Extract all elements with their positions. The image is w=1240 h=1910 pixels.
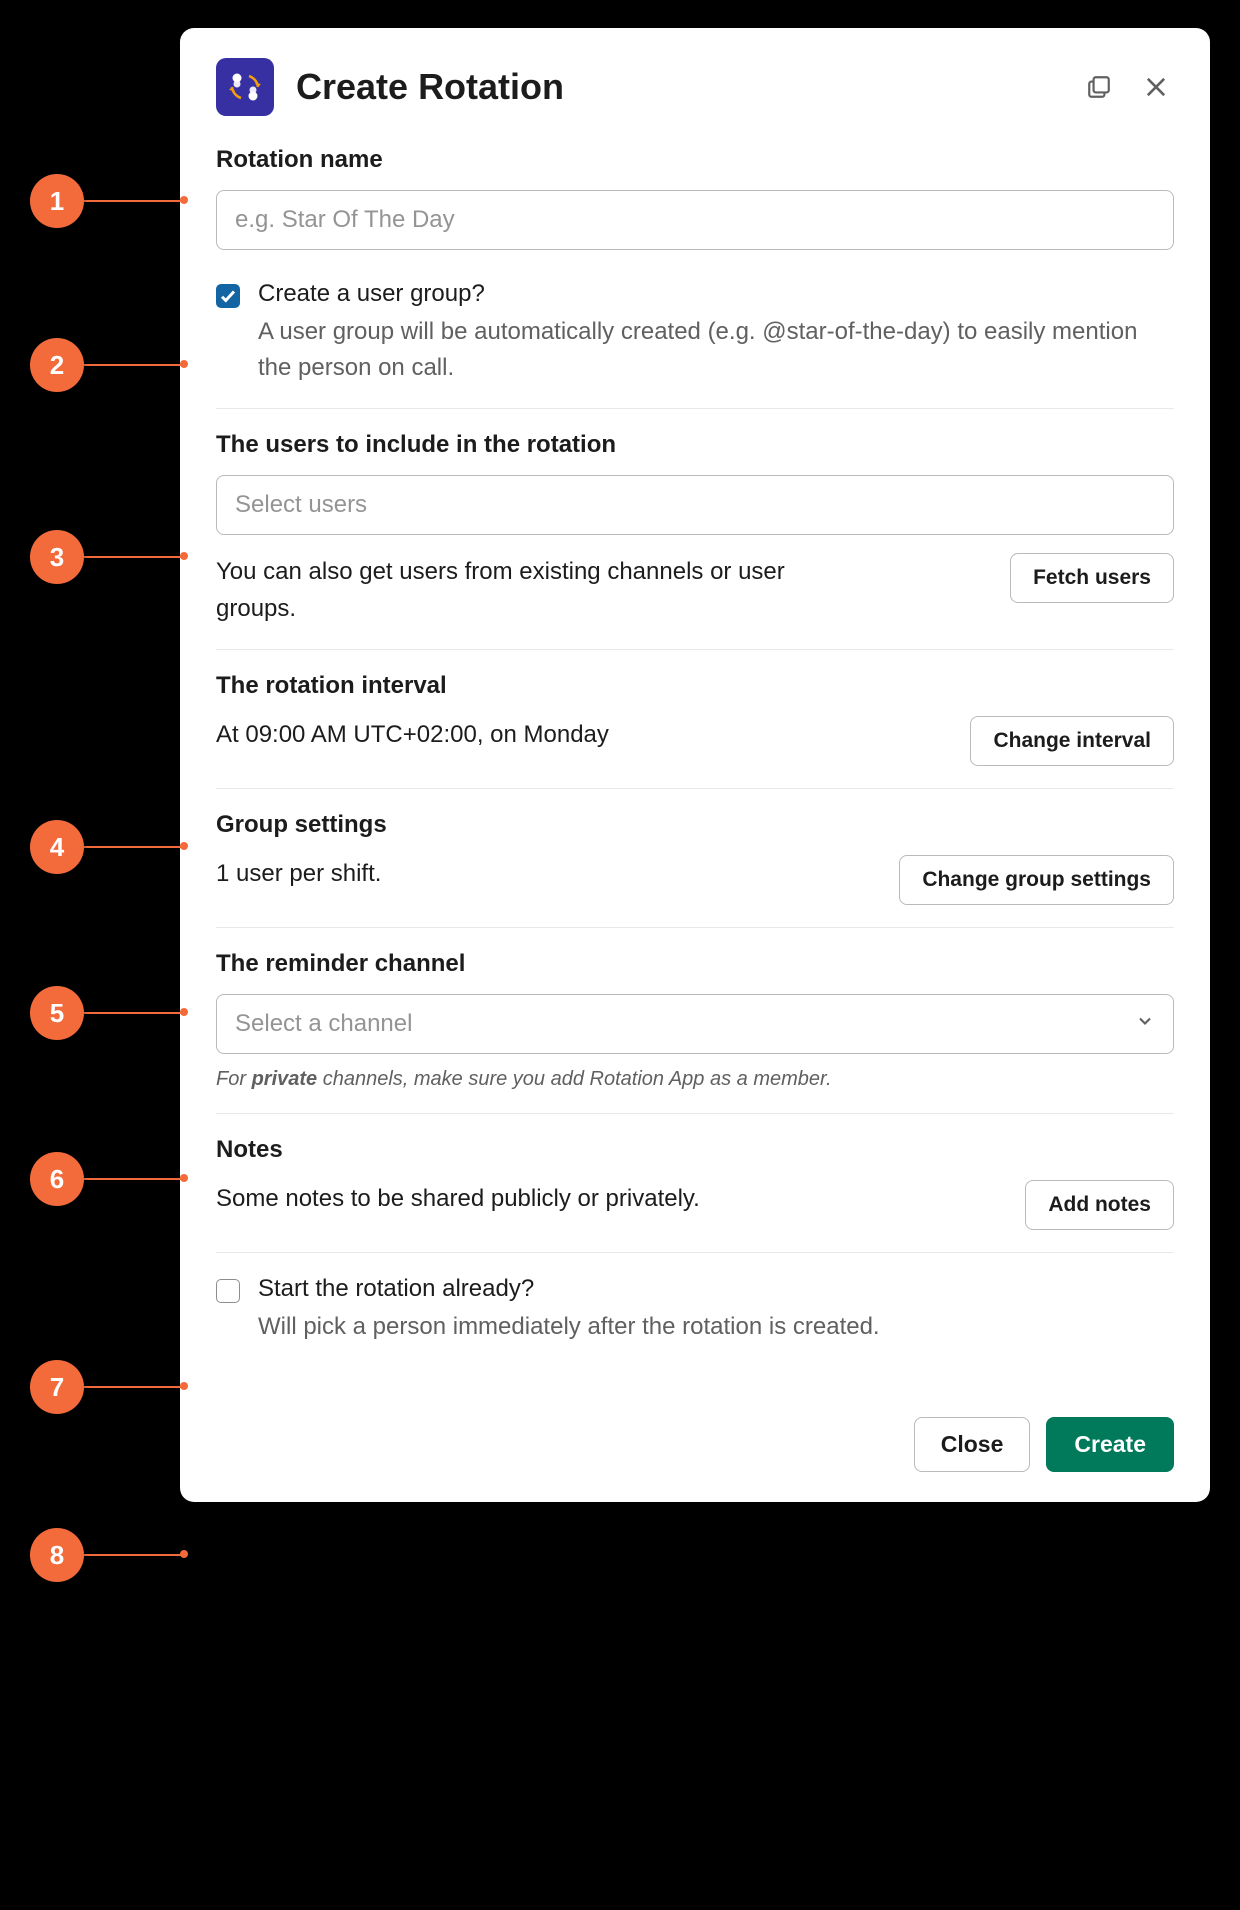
fetch-users-button[interactable]: Fetch users bbox=[1010, 553, 1174, 603]
chevron-down-icon bbox=[1135, 1010, 1155, 1038]
start-rotation-desc: Will pick a person immediately after the… bbox=[258, 1313, 880, 1340]
annotation-line bbox=[84, 1554, 182, 1556]
annotation-line bbox=[84, 200, 182, 202]
modal-header: Create Rotation bbox=[216, 58, 1174, 116]
annotation-badge-1: 1 bbox=[30, 174, 84, 228]
section-start-rotation: Start the rotation already? Will pick a … bbox=[216, 1275, 1174, 1367]
rotation-name-label: Rotation name bbox=[216, 146, 1174, 174]
reminder-channel-label: The reminder channel bbox=[216, 950, 1174, 978]
annotation-line bbox=[84, 1178, 182, 1180]
rotation-app-icon bbox=[216, 58, 274, 116]
create-usergroup-desc: A user group will be automatically creat… bbox=[258, 318, 1137, 381]
annotation-badge-4: 4 bbox=[30, 820, 84, 874]
group-settings-label: Group settings bbox=[216, 811, 1174, 839]
close-button[interactable]: Close bbox=[914, 1417, 1031, 1472]
add-notes-button[interactable]: Add notes bbox=[1025, 1180, 1174, 1230]
annotation-dot bbox=[180, 842, 188, 850]
create-usergroup-checkbox[interactable] bbox=[216, 284, 240, 308]
annotation-dot bbox=[180, 360, 188, 368]
annotation-line bbox=[84, 846, 182, 848]
rotation-name-input[interactable] bbox=[216, 190, 1174, 250]
annotation-dot bbox=[180, 196, 188, 204]
header-actions bbox=[1082, 69, 1174, 105]
section-rotation-name: Rotation name bbox=[216, 146, 1174, 268]
annotation-badge-5: 5 bbox=[30, 986, 84, 1040]
section-user-group: Create a user group? A user group will b… bbox=[216, 280, 1174, 409]
create-usergroup-label: Create a user group? bbox=[258, 280, 1174, 308]
start-rotation-checkbox[interactable] bbox=[216, 1279, 240, 1303]
modal-title: Create Rotation bbox=[296, 66, 1060, 108]
users-helper-text: You can also get users from existing cha… bbox=[216, 553, 816, 627]
annotation-dot bbox=[180, 1550, 188, 1558]
annotation-line bbox=[84, 1386, 182, 1388]
notes-label: Notes bbox=[216, 1136, 1174, 1164]
start-rotation-label: Start the rotation already? bbox=[258, 1275, 880, 1303]
interval-label: The rotation interval bbox=[216, 672, 1174, 700]
annotation-badge-7: 7 bbox=[30, 1360, 84, 1414]
annotation-badge-2: 2 bbox=[30, 338, 84, 392]
interval-value: At 09:00 AM UTC+02:00, on Monday bbox=[216, 716, 609, 753]
create-button[interactable]: Create bbox=[1046, 1417, 1174, 1472]
reminder-channel-hint: For private channels, make sure you add … bbox=[216, 1068, 1174, 1091]
annotation-line bbox=[84, 556, 182, 558]
annotation-dot bbox=[180, 552, 188, 560]
section-notes: Notes Some notes to be shared publicly o… bbox=[216, 1136, 1174, 1253]
change-group-settings-button[interactable]: Change group settings bbox=[899, 855, 1174, 905]
reminder-channel-select[interactable]: Select a channel bbox=[216, 994, 1174, 1054]
expand-icon[interactable] bbox=[1082, 70, 1116, 104]
annotation-line bbox=[84, 1012, 182, 1014]
annotation-line bbox=[84, 364, 182, 366]
users-label: The users to include in the rotation bbox=[216, 431, 1174, 459]
reminder-channel-placeholder: Select a channel bbox=[235, 1010, 412, 1038]
users-select-input[interactable] bbox=[216, 475, 1174, 535]
notes-value: Some notes to be shared publicly or priv… bbox=[216, 1180, 700, 1217]
annotation-dot bbox=[180, 1174, 188, 1182]
annotation-badge-6: 6 bbox=[30, 1152, 84, 1206]
annotation-dot bbox=[180, 1008, 188, 1016]
section-reminder-channel: The reminder channel Select a channel Fo… bbox=[216, 950, 1174, 1114]
modal-footer: Close Create bbox=[216, 1417, 1174, 1472]
annotation-dot bbox=[180, 1382, 188, 1390]
annotation-badge-8: 8 bbox=[30, 1528, 84, 1582]
close-icon[interactable] bbox=[1138, 69, 1174, 105]
section-interval: The rotation interval At 09:00 AM UTC+02… bbox=[216, 672, 1174, 789]
section-group-settings: Group settings 1 user per shift. Change … bbox=[216, 811, 1174, 928]
change-interval-button[interactable]: Change interval bbox=[970, 716, 1174, 766]
annotation-badge-3: 3 bbox=[30, 530, 84, 584]
group-settings-value: 1 user per shift. bbox=[216, 855, 381, 892]
section-users: The users to include in the rotation You… bbox=[216, 431, 1174, 650]
create-rotation-modal: Create Rotation Rotation name bbox=[180, 28, 1210, 1502]
